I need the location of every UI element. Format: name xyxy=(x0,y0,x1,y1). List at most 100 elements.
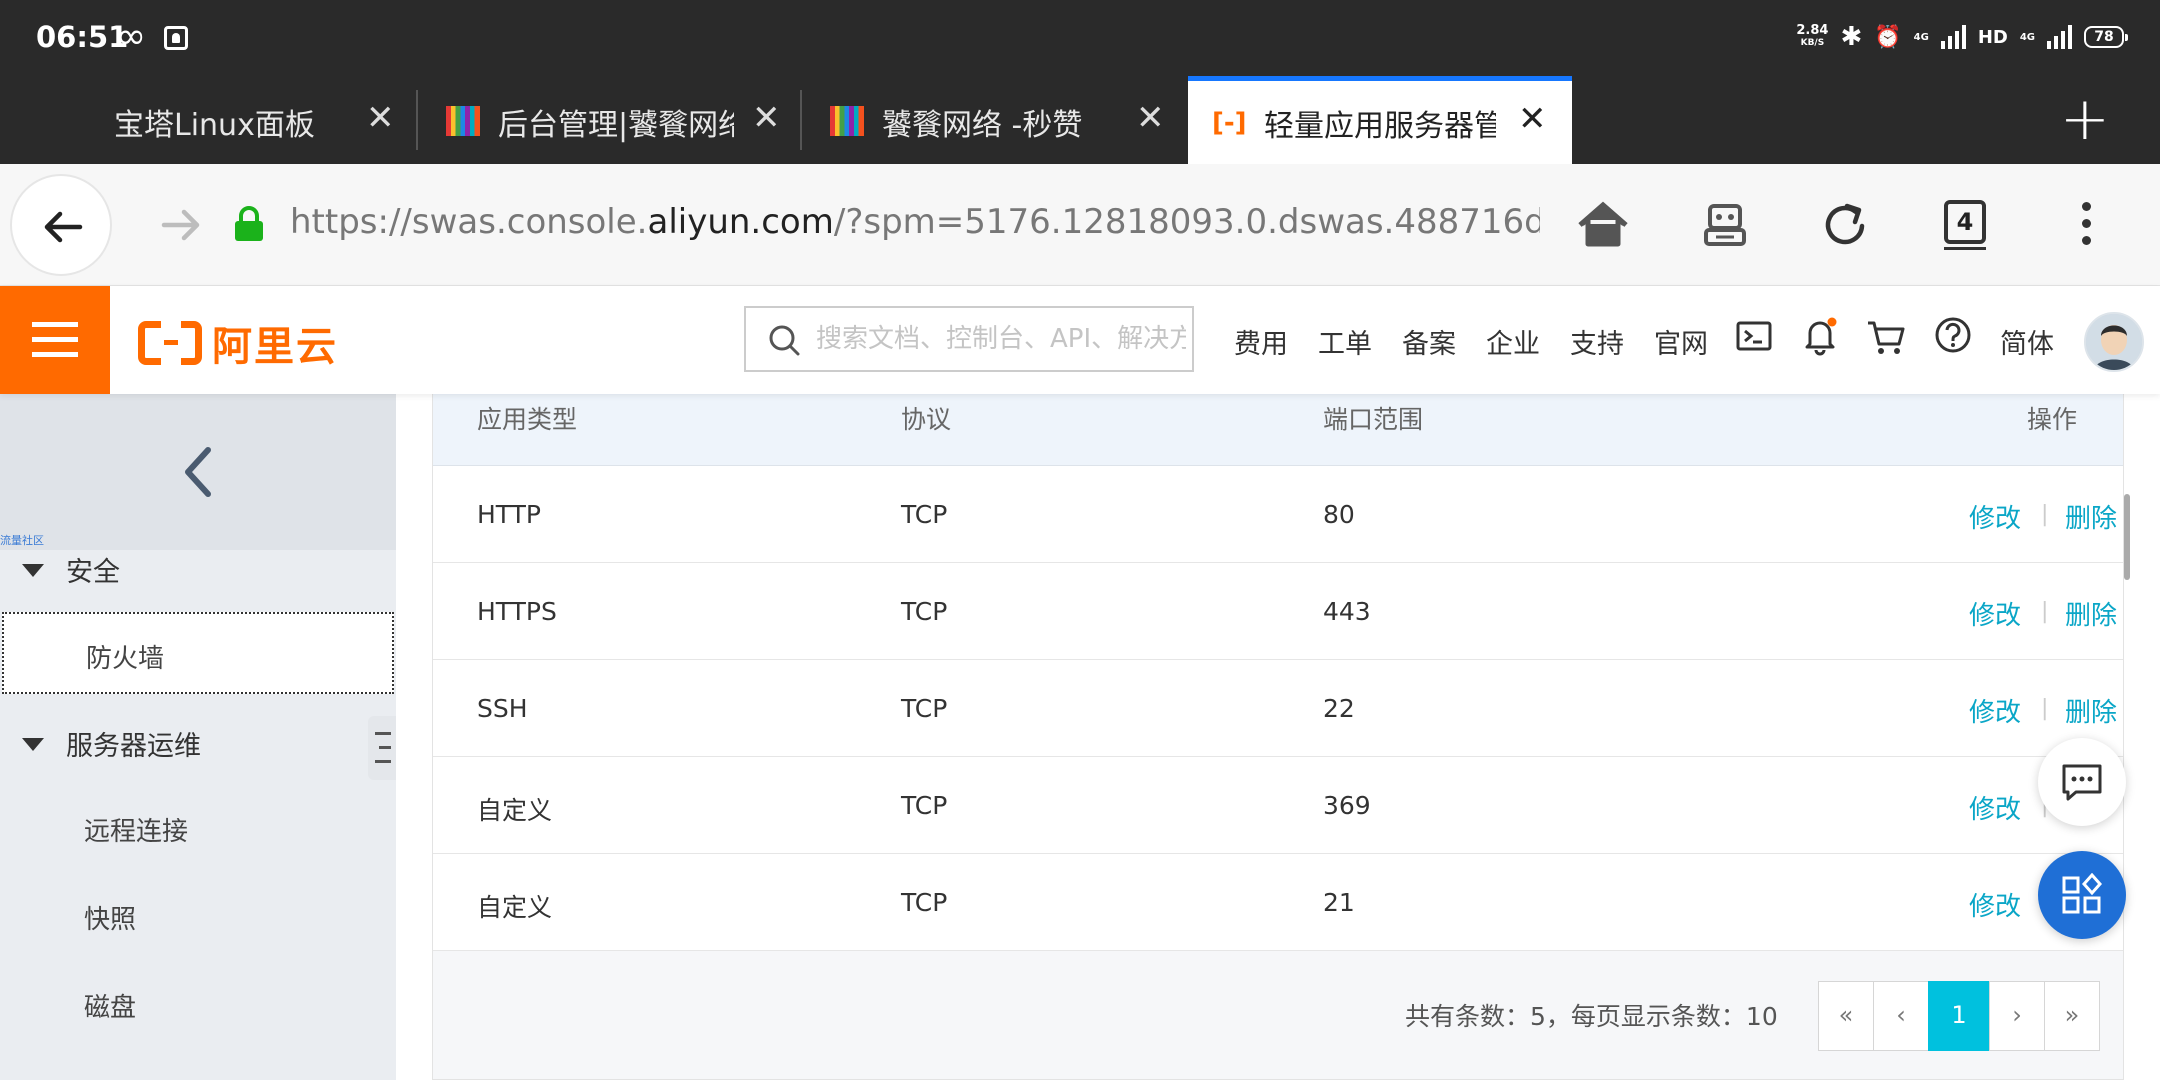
hamburger-icon xyxy=(32,322,78,327)
edit-link[interactable]: 修改 xyxy=(1969,692,2021,729)
cell-port: 21 xyxy=(1323,888,1355,917)
lock-icon xyxy=(235,206,263,241)
tab-strip: 宝塔Linux面板 ✕ 后台管理|饕餮网络 ✕ 饕餮网络 -秒赞 ✕ [-] 轻… xyxy=(0,76,2160,164)
tab-miaozan[interactable]: 饕餮网络 -秒赞 ✕ xyxy=(802,76,1186,164)
home-icon[interactable] xyxy=(1574,196,1632,254)
close-icon[interactable]: ✕ xyxy=(1136,98,1165,138)
menu-fold-icon[interactable] xyxy=(368,716,396,780)
search-input[interactable] xyxy=(816,318,1186,360)
tab-title: 饕餮网络 -秒赞 xyxy=(882,108,1083,143)
aliyun-logo[interactable]: 阿里云 xyxy=(138,314,338,372)
pagination: « ‹ 1 › » xyxy=(1818,981,2100,1051)
table-row: SSH TCP 22 修改 | 删除 xyxy=(433,660,2123,757)
cell-protocol: TCP xyxy=(901,597,948,626)
edit-link[interactable]: 修改 xyxy=(1969,498,2021,535)
new-tab-button[interactable]: + xyxy=(2060,84,2110,154)
sidebar-group-security[interactable]: 安全 xyxy=(0,550,396,606)
back-button[interactable] xyxy=(10,174,112,276)
user-avatar-icon xyxy=(2086,314,2142,370)
tab-baota[interactable]: 宝塔Linux面板 ✕ xyxy=(0,76,416,164)
cell-port: 80 xyxy=(1323,500,1355,529)
help-icon[interactable] xyxy=(1934,316,1972,354)
language-switch[interactable]: 简体 xyxy=(2000,322,2054,361)
forward-button[interactable] xyxy=(130,174,232,276)
cell-port: 443 xyxy=(1323,597,1371,626)
terminal-icon[interactable] xyxy=(1736,318,1772,354)
more-vert-icon[interactable] xyxy=(2082,202,2094,253)
sidebar-item-snapshot[interactable]: 快照 xyxy=(0,875,396,957)
url-prefix: https://swas.console. xyxy=(290,202,648,242)
chat-icon xyxy=(2062,764,2102,801)
search-icon xyxy=(769,325,800,356)
colorful-favicon-icon xyxy=(830,106,864,136)
apps-button[interactable] xyxy=(2038,851,2126,939)
cell-port: 22 xyxy=(1323,694,1355,723)
edit-link[interactable]: 修改 xyxy=(1969,886,2021,923)
infinity-icon: ∞ xyxy=(116,16,146,57)
console-header: 阿里云 费用 工单 备案 企业 支持 官网 xyxy=(0,286,2160,394)
nav-fees[interactable]: 费用 xyxy=(1234,322,1288,361)
status-bar: 06:51 ∞ 2.84 KB/S ✱ ⏰ 4G HD 4G 78 xyxy=(0,0,2160,76)
nav-official-site[interactable]: 官网 xyxy=(1654,322,1708,361)
table-row: 自定义 TCP 21 修改 | 删 xyxy=(433,854,2123,951)
sidebar-group-server-ops[interactable]: 服务器运维 xyxy=(0,724,396,780)
page-last-button[interactable]: » xyxy=(2044,981,2100,1051)
address-bar: https://swas.console.aliyun.com/?spm=517… xyxy=(0,164,2160,286)
tab-swas[interactable]: [-] 轻量应用服务器管理 ✕ xyxy=(1188,76,1572,164)
nav-icp[interactable]: 备案 xyxy=(1402,322,1456,361)
battery-icon: 78 xyxy=(2084,26,2128,48)
col-actions: 操作 xyxy=(2027,405,2078,434)
page-current-button[interactable]: 1 xyxy=(1928,981,1990,1051)
scrollbar[interactable] xyxy=(2124,494,2130,580)
page-next-button[interactable]: › xyxy=(1989,981,2045,1051)
url-field[interactable]: https://swas.console.aliyun.com/?spm=517… xyxy=(290,202,1540,242)
avatar[interactable] xyxy=(2084,312,2144,372)
action-separator: | xyxy=(2041,696,2049,721)
delete-link[interactable]: 删除 xyxy=(2065,498,2117,535)
table-header: 应用类型 协议 端口范围 操作 xyxy=(433,394,2123,466)
search-box[interactable] xyxy=(744,306,1194,372)
screen: 06:51 ∞ 2.84 KB/S ✱ ⏰ 4G HD 4G 78 宝塔Linu… xyxy=(0,0,2160,1080)
nav-support[interactable]: 支持 xyxy=(1570,322,1624,361)
tab-switcher-icon[interactable]: 4 xyxy=(1944,200,1986,250)
tab-backend[interactable]: 后台管理|饕餮网络 ✕ xyxy=(418,76,800,164)
sidebar-collapse-area[interactable]: 流量社区 xyxy=(0,394,396,550)
cell-type: 自定义 xyxy=(477,893,553,922)
nav-enterprise[interactable]: 企业 xyxy=(1486,322,1540,361)
bluetooth-icon: ✱ xyxy=(1840,22,1863,52)
action-separator: | xyxy=(2041,502,2049,527)
signal-icon-2 xyxy=(2047,25,2072,49)
chat-button[interactable] xyxy=(2038,738,2126,826)
nav-tickets[interactable]: 工单 xyxy=(1318,322,1372,361)
close-icon[interactable]: ✕ xyxy=(752,98,781,138)
cell-port: 369 xyxy=(1323,791,1371,820)
close-icon[interactable]: ✕ xyxy=(1518,99,1547,139)
menu-button[interactable] xyxy=(0,286,110,394)
bell-icon[interactable] xyxy=(1802,316,1840,356)
network-type: 4G xyxy=(1913,31,1929,43)
edit-link[interactable]: 修改 xyxy=(1969,595,2021,632)
sidebar-item-disk[interactable]: 磁盘 xyxy=(0,963,396,1045)
chevron-left-icon[interactable] xyxy=(178,444,218,500)
status-icons: 2.84 KB/S ✱ ⏰ 4G HD 4G 78 xyxy=(1796,22,2128,52)
table-row: HTTPS TCP 443 修改 | 删除 xyxy=(433,563,2123,660)
sidebar-item-firewall[interactable]: 防火墙 xyxy=(2,612,394,694)
page-first-button[interactable]: « xyxy=(1818,981,1874,1051)
url-suffix: /?spm=5176.12818093.0.dswas.488716d0RV6z xyxy=(833,202,1540,242)
url-domain: aliyun.com xyxy=(647,202,834,242)
close-icon[interactable]: ✕ xyxy=(366,98,395,138)
edit-link[interactable]: 修改 xyxy=(1969,789,2021,826)
bot-icon[interactable] xyxy=(1696,196,1754,254)
reload-icon[interactable] xyxy=(1816,196,1874,254)
cell-type: HTTP xyxy=(477,500,541,529)
tab-title: 轻量应用服务器管理 xyxy=(1264,109,1496,144)
status-time: 06:51 xyxy=(36,20,129,54)
delete-link[interactable]: 删除 xyxy=(2065,692,2117,729)
cell-protocol: TCP xyxy=(901,791,948,820)
cart-icon[interactable] xyxy=(1866,318,1906,356)
firewall-table: 应用类型 协议 端口范围 操作 HTTP TCP 80 修改 | 删除 HTTP… xyxy=(432,394,2124,1080)
cell-protocol: TCP xyxy=(901,694,948,723)
page-prev-button[interactable]: ‹ xyxy=(1873,981,1929,1051)
sidebar-item-remote[interactable]: 远程连接 xyxy=(0,787,396,869)
delete-link[interactable]: 删除 xyxy=(2065,595,2117,632)
